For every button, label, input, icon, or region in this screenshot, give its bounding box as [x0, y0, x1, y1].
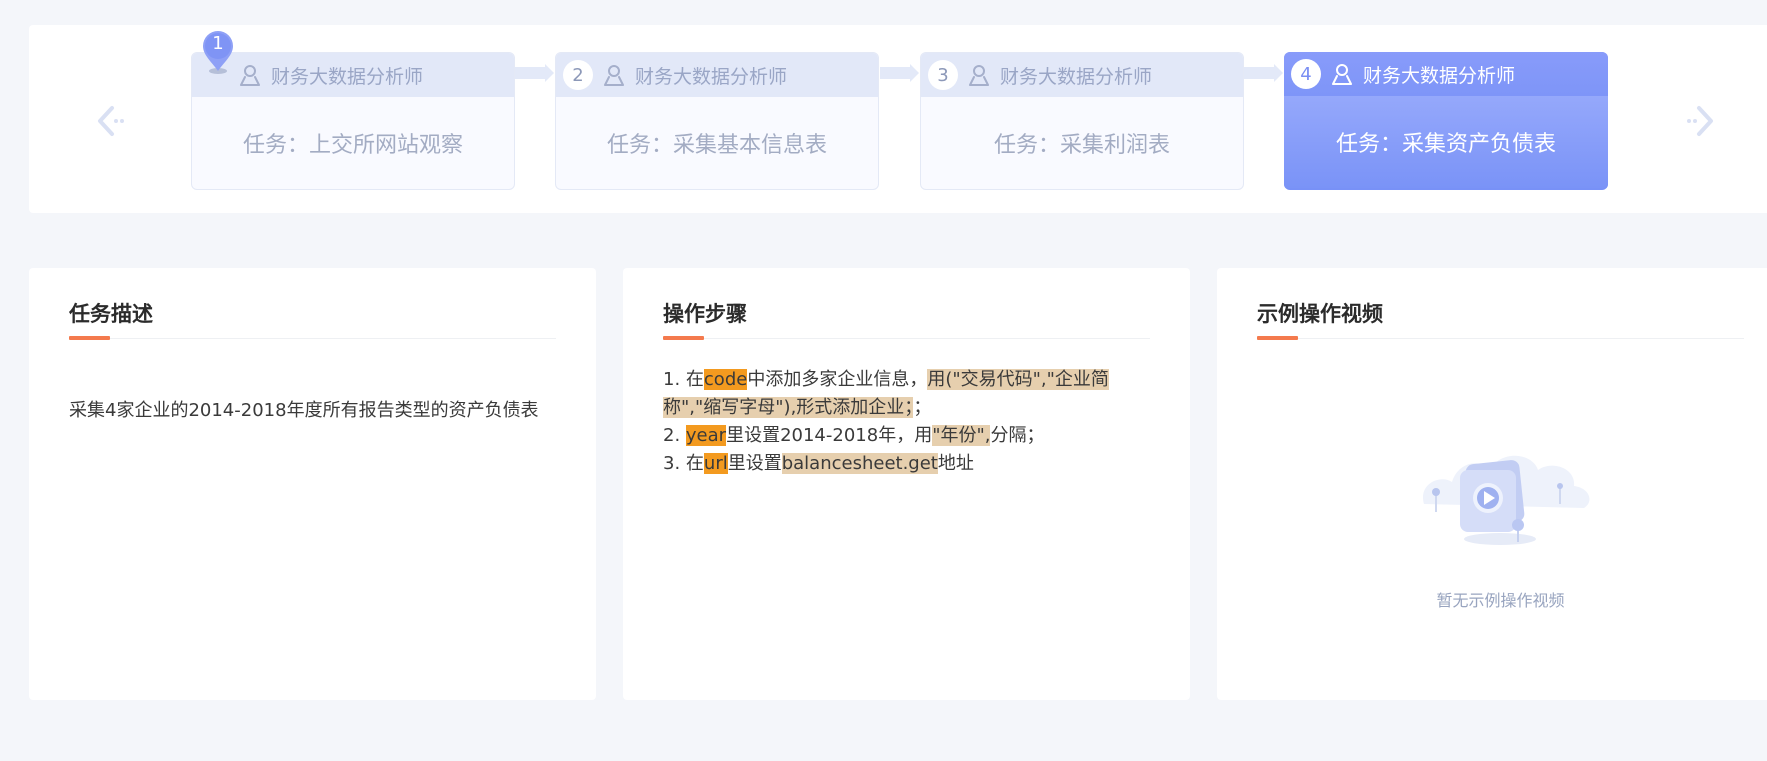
panel-title: 操作步骤 [663, 302, 747, 326]
step-text: ； [913, 397, 932, 418]
video-play-illustration [1414, 436, 1594, 556]
task-description-panel: 任务描述 采集4家企业的2014-2018年度所有报告类型的资产负债表 [29, 268, 596, 700]
step-card-1[interactable]: 财务大数据分析师 任务：上交所网站观察 [191, 52, 515, 190]
step-task-label: 任务：采集利润表 [993, 133, 1170, 158]
user-icon [239, 64, 261, 86]
step-connector [515, 64, 554, 82]
title-divider [663, 336, 1150, 340]
user-icon [1331, 63, 1353, 85]
step-task-label: 任务：采集基本信息表 [606, 133, 827, 158]
step-number: 2 [563, 60, 593, 90]
step-number: 3 [928, 60, 958, 90]
step-text: 分隔； [990, 425, 1045, 446]
chevron-right-icon[interactable] [1685, 103, 1715, 139]
operation-step: 3. 在url里设置balancesheet.get地址 [663, 450, 1133, 478]
chevron-left-icon[interactable] [96, 103, 126, 139]
step-header: 3 财务大数据分析师 [921, 53, 1243, 97]
keyword-highlight: url [703, 453, 728, 474]
operation-steps-panel: 操作步骤 1. 在code中添加多家企业信息，用("交易代码","企业简称","… [623, 268, 1190, 700]
step-text: 3. 在 [663, 453, 704, 474]
step-text: 地址 [937, 453, 974, 474]
step-text: 1. 在 [663, 369, 704, 390]
operation-step: 1. 在code中添加多家企业信息，用("交易代码","企业简称","缩写字母"… [663, 366, 1133, 422]
step-connector [880, 64, 919, 82]
step-header: 2 财务大数据分析师 [556, 53, 878, 97]
step-role-label: 财务大数据分析师 [271, 65, 424, 88]
step-connector [1244, 64, 1283, 82]
current-step-number: 1 [212, 33, 224, 54]
example-video-panel: 示例操作视频 暂无示例操作视频 [1217, 268, 1767, 700]
step-text: 2. [663, 425, 686, 446]
panel-title: 任务描述 [69, 302, 153, 326]
user-icon [968, 64, 990, 86]
value-highlight: balancesheet.get [781, 453, 938, 474]
step-role-label: 财务大数据分析师 [1363, 64, 1516, 87]
title-divider [69, 336, 556, 340]
empty-state-text: 暂无示例操作视频 [1436, 591, 1565, 610]
keyword-highlight: year [685, 425, 727, 446]
step-text: 中添加多家企业信息， [747, 369, 928, 390]
step-number: 4 [1291, 59, 1321, 89]
value-highlight: "年份", [932, 425, 991, 446]
task-description-text: 采集4家企业的2014-2018年度所有报告类型的资产负债表 [69, 400, 539, 421]
panel-title: 示例操作视频 [1257, 302, 1383, 326]
step-text: 里设置 [727, 453, 782, 474]
user-icon [603, 64, 625, 86]
step-text: 里设置2014-2018年，用 [726, 425, 933, 446]
step-card-4-active[interactable]: 4 财务大数据分析师 任务：采集资产负债表 [1284, 52, 1608, 190]
keyword-highlight: code [703, 369, 748, 390]
title-divider [1257, 336, 1744, 340]
step-role-label: 财务大数据分析师 [635, 65, 788, 88]
step-role-label: 财务大数据分析师 [1000, 65, 1153, 88]
location-pin-icon: 1 [201, 29, 235, 75]
step-task-label: 任务：上交所网站观察 [242, 133, 463, 158]
step-card-2[interactable]: 2 财务大数据分析师 任务：采集基本信息表 [555, 52, 879, 190]
step-card-3[interactable]: 3 财务大数据分析师 任务：采集利润表 [920, 52, 1244, 190]
step-header: 财务大数据分析师 [192, 53, 514, 97]
step-header: 4 财务大数据分析师 [1284, 52, 1608, 96]
step-task-label: 任务：采集资产负债表 [1284, 96, 1608, 188]
operation-step: 2. year里设置2014-2018年，用"年份",分隔； [663, 422, 1133, 450]
operation-steps-list: 1. 在code中添加多家企业信息，用("交易代码","企业简称","缩写字母"… [663, 366, 1133, 478]
